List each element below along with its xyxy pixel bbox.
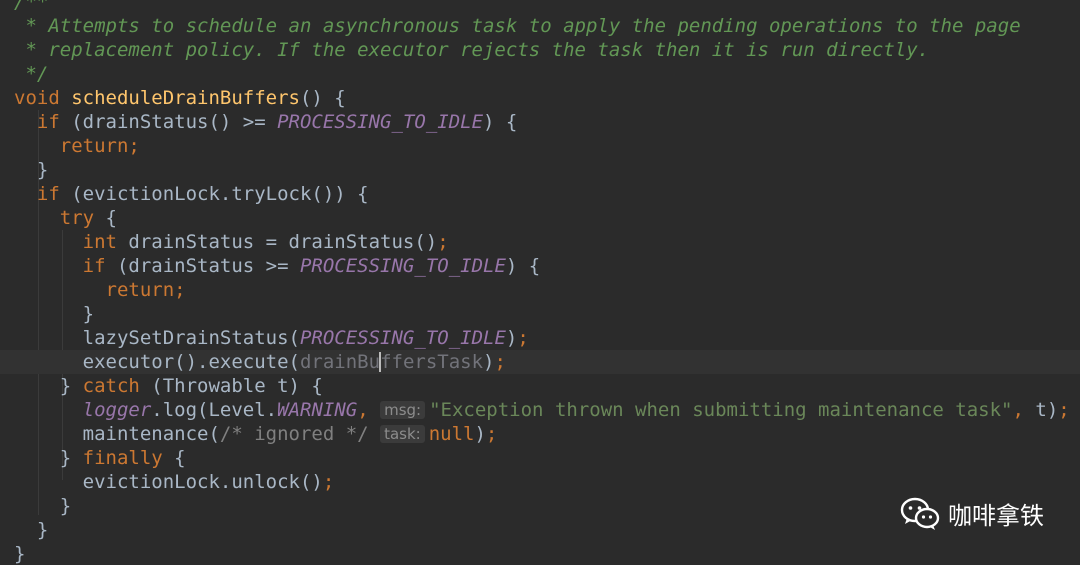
code-line[interactable]: } — [0, 158, 1080, 182]
code-line[interactable]: if (drainStatus() >= PROCESSING_TO_IDLE)… — [0, 110, 1080, 134]
code-token: int — [14, 231, 129, 253]
code-token: scheduleDrainBuffers — [71, 87, 300, 109]
code-token: logger — [14, 399, 152, 421]
code-token: PROCESSING_TO_IDLE — [277, 111, 484, 133]
code-token: (Throwable t) { — [151, 375, 323, 397]
code-line[interactable]: * Attempts to schedule an asynchronous t… — [0, 14, 1080, 38]
code-line-current[interactable]: executor().execute(drainBuffersTask); — [0, 350, 1080, 374]
code-token: ) — [505, 327, 518, 349]
code-token: ; — [437, 231, 449, 253]
code-token: (drainStatus() >= — [71, 111, 278, 133]
code-token: ffersTask — [380, 351, 484, 373]
code-token: (evictionLock.tryLock()) { — [71, 183, 369, 205]
code-token: finally — [82, 447, 175, 469]
code-token: if — [14, 183, 72, 205]
code-token: return; — [14, 135, 140, 157]
code-token: if — [14, 255, 117, 277]
code-token: if — [14, 111, 72, 133]
code-line[interactable]: } — [0, 302, 1080, 326]
code-token: ; — [494, 351, 506, 373]
code-line[interactable]: lazySetDrainStatus(PROCESSING_TO_IDLE); — [0, 326, 1080, 350]
parameter-hint: msg: — [380, 401, 426, 419]
code-line[interactable]: return; — [0, 278, 1080, 302]
code-editor[interactable]: /** * Attempts to schedule an asynchrono… — [0, 0, 1080, 565]
code-line[interactable]: } finally { — [0, 446, 1080, 470]
code-token: , — [1012, 399, 1036, 421]
code-token: */ — [14, 63, 49, 85]
code-token: try — [14, 207, 106, 229]
code-line[interactable]: maintenance(/* ignored */ task: null); — [0, 422, 1080, 446]
code-line[interactable]: } catch (Throwable t) { — [0, 374, 1080, 398]
parameter-hint: task: — [380, 425, 425, 443]
code-token: t) — [1035, 399, 1059, 421]
code-token: } — [14, 447, 83, 469]
code-line[interactable]: return; — [0, 134, 1080, 158]
code-token: } — [14, 543, 26, 565]
code-token: return; — [14, 279, 186, 301]
code-token: ; — [322, 471, 335, 493]
code-line[interactable]: if (drainStatus >= PROCESSING_TO_IDLE) { — [0, 254, 1080, 278]
code-token: } — [14, 375, 83, 397]
code-line[interactable]: /** — [0, 0, 1080, 14]
watermark: 咖啡拿铁 — [900, 496, 1044, 531]
code-token: maintenance( — [14, 423, 220, 445]
code-token: } — [14, 519, 49, 541]
watermark-text: 咖啡拿铁 — [948, 502, 1044, 530]
code-token: () { — [299, 87, 346, 109]
code-token: (drainStatus >= — [116, 255, 300, 277]
code-line[interactable]: logger.log(Level.WARNING, msg: "Exception… — [0, 398, 1080, 422]
code-token: ) — [474, 423, 486, 445]
code-token: ; — [485, 423, 498, 445]
code-token: null — [428, 423, 475, 445]
code-token: catch — [82, 375, 152, 397]
code-token: , — [357, 399, 381, 421]
code-token: .log(Level. — [151, 399, 278, 421]
code-line[interactable]: */ — [0, 62, 1080, 86]
code-token: * replacement policy. If the executor re… — [14, 39, 930, 61]
code-token: "Exception thrown when submitting mainte… — [429, 399, 1013, 421]
code-token: ) { — [505, 255, 541, 277]
code-token: drainStatus = drainStatus() — [128, 231, 438, 253]
code-token: void — [14, 87, 72, 109]
code-token: { — [105, 207, 117, 229]
code-token: /* ignored */ — [219, 423, 381, 445]
code-line[interactable]: try { — [0, 206, 1080, 230]
code-token: * Attempts to schedule an asynchronous t… — [14, 15, 1021, 37]
code-token: executor().execute( — [14, 351, 300, 373]
code-line[interactable]: if (evictionLock.tryLock()) { — [0, 182, 1080, 206]
code-token: ) { — [483, 111, 518, 133]
code-token: ; — [1058, 399, 1070, 421]
code-token: /** — [14, 0, 49, 13]
code-token: } — [14, 303, 95, 325]
wechat-icon — [900, 497, 940, 531]
code-line[interactable]: * replacement policy. If the executor re… — [0, 38, 1080, 62]
code-token: PROCESSING_TO_IDLE — [299, 255, 506, 277]
code-token: evictionLock.unlock() — [14, 471, 323, 493]
code-token: } — [14, 159, 49, 181]
code-token: { — [174, 447, 186, 469]
code-token: ) — [483, 351, 495, 373]
code-token: drainBu — [299, 351, 381, 373]
code-token: } — [14, 495, 72, 517]
code-line[interactable]: evictionLock.unlock(); — [0, 470, 1080, 494]
code-token: ; — [517, 327, 529, 349]
code-line[interactable]: void scheduleDrainBuffers() { — [0, 86, 1080, 110]
code-token: WARNING — [277, 399, 358, 421]
code-token: PROCESSING_TO_IDLE — [299, 327, 506, 349]
code-line[interactable]: int drainStatus = drainStatus(); — [0, 230, 1080, 254]
code-token: lazySetDrainStatus( — [14, 327, 300, 349]
code-line[interactable]: } — [0, 542, 1080, 565]
